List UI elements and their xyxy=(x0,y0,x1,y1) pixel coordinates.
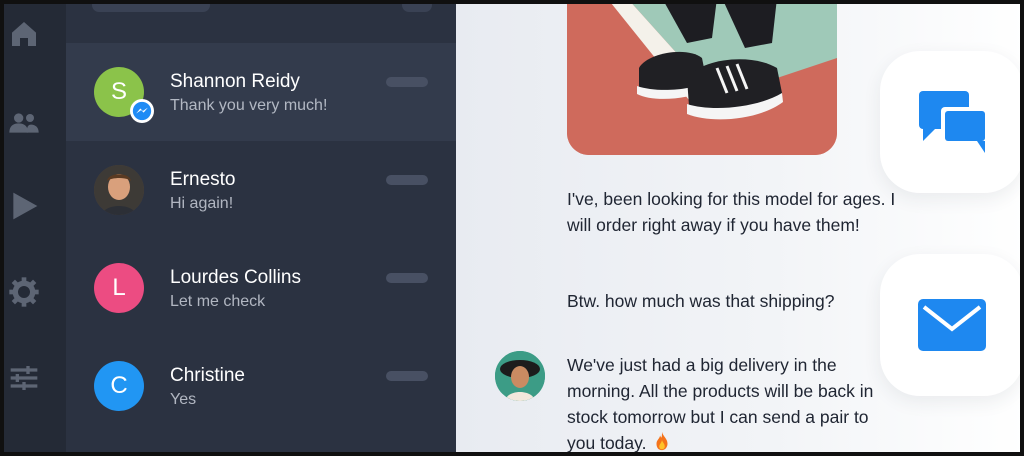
message-text: We've just had a big delivery in the mor… xyxy=(567,355,874,453)
person-photo-icon xyxy=(495,351,545,401)
chat-panel: I've, been looking for this model for ag… xyxy=(456,4,1020,453)
sneakers-photo-icon xyxy=(567,4,837,155)
message-bubble: I've, been looking for this model for ag… xyxy=(567,189,896,235)
message-preview: Thank you very much! xyxy=(170,97,328,114)
conversation-item[interactable]: Ernesto Hi again! xyxy=(66,141,456,239)
message-bubble: We've just had a big delivery in the mor… xyxy=(567,352,897,453)
timestamp-placeholder xyxy=(386,371,428,381)
contact-name: Lourdes Collins xyxy=(170,267,301,288)
shared-photo[interactable] xyxy=(567,4,837,155)
person-photo-icon xyxy=(94,165,144,215)
avatar-initial: L xyxy=(112,274,126,301)
conversation-item[interactable]: C Christine Yes xyxy=(66,337,456,435)
message-bubble: Btw. how much was that shipping? xyxy=(567,291,835,311)
app-frame: S Shannon Reidy Thank you very much! Ern… xyxy=(0,0,1024,456)
message-preview: Yes xyxy=(170,391,197,408)
messenger-icon xyxy=(130,99,154,123)
contact-name: Ernesto xyxy=(170,169,236,190)
avatar xyxy=(94,165,144,215)
home-icon[interactable] xyxy=(8,18,40,50)
timestamp-placeholder xyxy=(386,77,428,87)
search-bar[interactable] xyxy=(92,4,210,12)
avatar-initial: C xyxy=(110,372,128,399)
email-button[interactable] xyxy=(880,254,1020,396)
conversation-item[interactable]: L Lourdes Collins Let me check xyxy=(66,239,456,337)
people-icon[interactable] xyxy=(8,106,40,138)
conversation-list: S Shannon Reidy Thank you very much! Ern… xyxy=(66,4,456,452)
contact-name: Shannon Reidy xyxy=(170,71,300,92)
avatar-initial: S xyxy=(110,78,127,105)
chat-button[interactable] xyxy=(880,51,1020,193)
mail-icon xyxy=(918,299,986,351)
message-preview: Let me check xyxy=(170,293,266,310)
sliders-icon[interactable] xyxy=(8,362,40,394)
icon-rail xyxy=(4,4,66,452)
avatar: C xyxy=(94,361,144,411)
conversation-item[interactable]: S Shannon Reidy Thank you very much! xyxy=(66,43,456,141)
avatar: L xyxy=(94,263,144,313)
filter-button[interactable] xyxy=(402,4,432,12)
fire-emoji-icon xyxy=(656,431,668,451)
message-preview: Hi again! xyxy=(170,195,234,212)
timestamp-placeholder xyxy=(386,273,428,283)
gear-icon[interactable] xyxy=(8,276,40,308)
contact-name: Christine xyxy=(170,365,245,386)
avatar xyxy=(495,351,545,401)
play-icon[interactable] xyxy=(8,190,40,222)
timestamp-placeholder xyxy=(386,175,428,185)
chat-bubbles-icon xyxy=(919,91,985,153)
